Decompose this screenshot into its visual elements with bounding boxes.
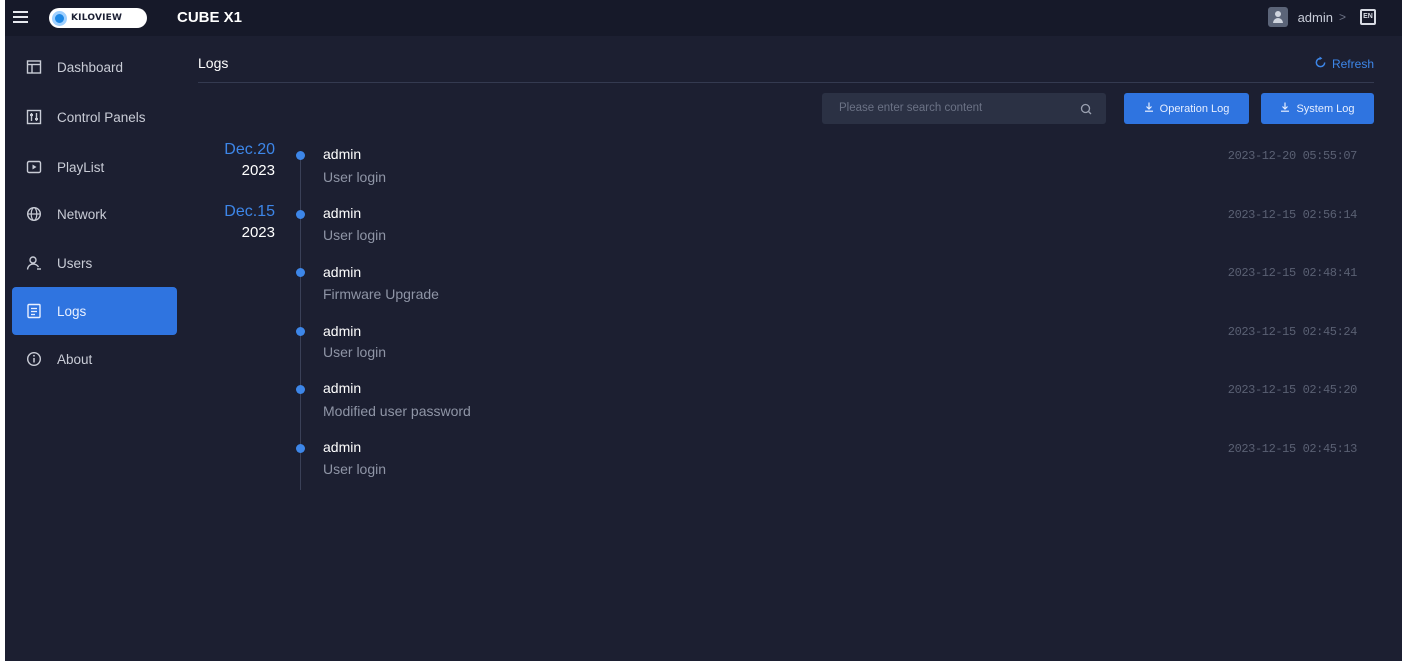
log-user: admin	[323, 439, 362, 455]
user-menu[interactable]: admin >	[1267, 7, 1346, 27]
sidebar-item-label: Control Panels	[57, 109, 146, 125]
dashboard-icon	[26, 59, 42, 75]
control-panels-icon	[26, 109, 42, 125]
log-time: 2023-12-15 02:48:41	[1227, 266, 1358, 280]
sidebar-item-about[interactable]: About	[12, 335, 177, 383]
sidebar-item-network[interactable]: Network	[12, 190, 177, 238]
download-icon	[1144, 102, 1154, 115]
app-frame: KILOVIEW CUBE X1 admin > EN Dashboard Co…	[5, 0, 1402, 661]
timeline-date: Dec.15 2023	[189, 203, 275, 242]
playlist-icon	[26, 159, 42, 175]
sidebar-item-label: Logs	[57, 303, 87, 319]
network-icon	[26, 206, 42, 222]
sidebar-item-label: Dashboard	[57, 59, 124, 75]
timeline-line	[300, 158, 301, 490]
log-action: User login	[323, 344, 387, 360]
log-time: 2023-12-15 02:45:24	[1227, 325, 1358, 339]
log-action: Firmware Upgrade	[323, 286, 439, 302]
timeline-year: 2023	[241, 162, 275, 179]
log-action: Modified user password	[323, 403, 471, 419]
top-bar: KILOVIEW CUBE X1 admin > EN	[5, 0, 1402, 36]
system-log-button[interactable]: System Log	[1261, 93, 1374, 124]
timeline-dot	[296, 444, 305, 453]
log-user: admin	[323, 146, 362, 162]
log-time: 2023-12-20 05:55:07	[1227, 149, 1358, 163]
logo-text: KILOVIEW	[71, 13, 123, 23]
log-user: admin	[323, 323, 362, 339]
search-placeholder: Please enter search content	[839, 102, 983, 114]
timeline-dot	[296, 151, 305, 160]
about-icon	[26, 351, 42, 367]
log-time: 2023-12-15 02:45:20	[1227, 383, 1358, 397]
kiloview-logo: KILOVIEW	[49, 8, 147, 28]
sidebar-item-label: PlayList	[57, 159, 105, 175]
hamburger-menu-icon[interactable]	[11, 8, 31, 28]
timeline-dot	[296, 385, 305, 394]
log-user: admin	[323, 264, 362, 280]
timeline-month-day: Dec.20	[224, 141, 275, 158]
download-icon	[1280, 102, 1290, 115]
search-input[interactable]: Please enter search content	[822, 93, 1106, 124]
logs-icon	[26, 303, 42, 319]
sidebar-item-logs[interactable]: Logs	[12, 287, 177, 335]
log-user: admin	[323, 380, 362, 396]
page-title: Logs	[198, 55, 229, 71]
logo-mark-icon	[52, 10, 67, 26]
sidebar-item-playlist[interactable]: PlayList	[12, 143, 177, 191]
log-user: admin	[323, 205, 362, 221]
product-name: CUBE X1	[177, 9, 243, 26]
language-switch-icon[interactable]: EN	[1360, 9, 1376, 25]
log-action: User login	[323, 169, 387, 185]
operation-log-label: Operation Log	[1159, 102, 1230, 115]
user-name: admin	[1297, 9, 1333, 25]
system-log-label: System Log	[1296, 102, 1355, 115]
refresh-icon	[1314, 56, 1327, 72]
timeline-dot	[296, 210, 305, 219]
header-divider	[198, 82, 1374, 83]
sidebar-item-label: Network	[57, 206, 107, 222]
sidebar-item-control-panels[interactable]: Control Panels	[12, 93, 177, 141]
log-time: 2023-12-15 02:56:14	[1227, 208, 1358, 222]
log-action: User login	[323, 227, 387, 243]
refresh-button[interactable]: Refresh	[1314, 56, 1374, 72]
refresh-label: Refresh	[1331, 57, 1374, 71]
timeline-month-day: Dec.15	[224, 203, 275, 220]
timeline-dot	[296, 268, 305, 277]
log-action: User login	[323, 461, 387, 477]
timeline-date: Dec.20 2023	[189, 141, 275, 180]
sidebar-item-users[interactable]: Users	[12, 239, 177, 287]
operation-log-button[interactable]: Operation Log	[1124, 93, 1249, 124]
avatar-icon	[1267, 7, 1288, 27]
sidebar: Dashboard Control Panels PlayList Networ…	[5, 36, 183, 661]
chevron-right-icon: >	[1338, 10, 1346, 24]
log-time: 2023-12-15 02:45:13	[1227, 442, 1358, 456]
sidebar-item-label: Users	[57, 255, 93, 271]
sidebar-item-dashboard[interactable]: Dashboard	[12, 43, 177, 91]
users-icon	[26, 255, 42, 271]
search-icon[interactable]	[1080, 102, 1092, 120]
sidebar-item-label: About	[57, 351, 93, 367]
timeline-dot	[296, 327, 305, 336]
timeline-year: 2023	[241, 224, 275, 241]
